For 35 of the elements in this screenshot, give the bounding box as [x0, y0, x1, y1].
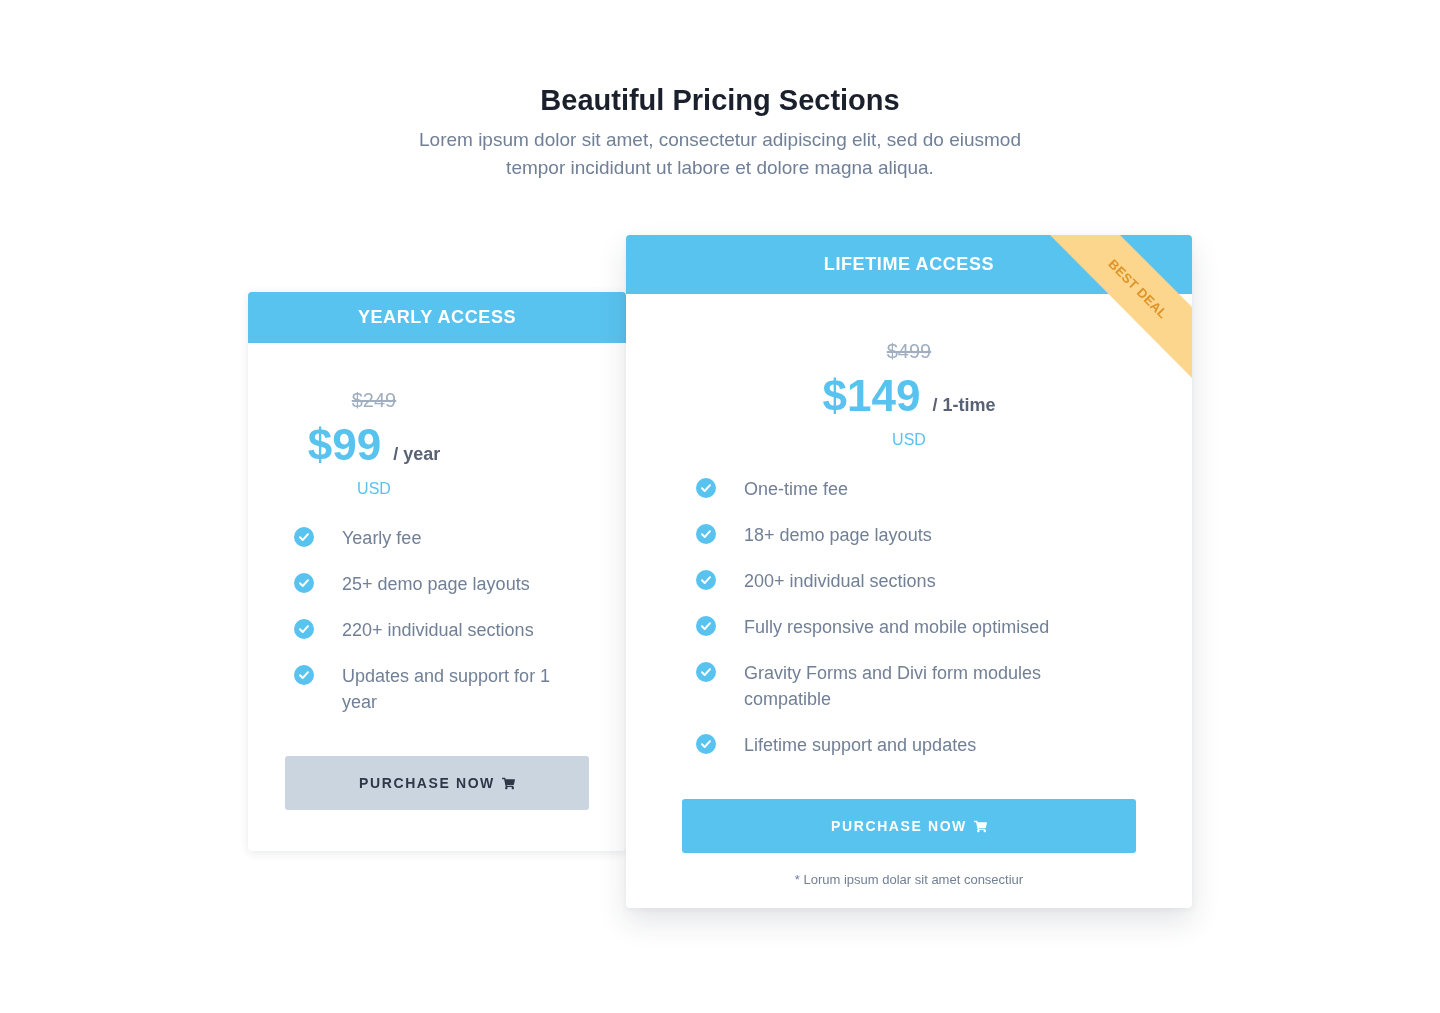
check-icon	[294, 619, 314, 639]
feature-text: 200+ individual sections	[744, 570, 936, 593]
feature-text: Fully responsive and mobile optimised	[744, 616, 1050, 639]
purchase-button[interactable]: PURCHASE NOW	[285, 756, 589, 810]
old-price: $499	[886, 339, 932, 363]
feature-text: Updates and support for 1 year	[342, 665, 552, 714]
page-title: Beautiful Pricing Sections	[540, 83, 900, 118]
check-icon	[696, 616, 716, 636]
check-icon	[294, 573, 314, 593]
check-icon	[696, 524, 716, 544]
price: $99	[307, 419, 382, 471]
billing-period: / year	[393, 444, 441, 464]
check-icon	[696, 734, 716, 754]
currency-label: USD	[357, 479, 391, 499]
check-icon	[696, 478, 716, 498]
billing-period: / 1-time	[932, 395, 996, 415]
old-price: $249	[351, 388, 397, 412]
check-icon	[696, 570, 716, 590]
check-icon	[696, 662, 716, 682]
check-icon	[294, 527, 314, 547]
footnote: * Lorum ipsum dolar sit amet consectiur	[793, 871, 1025, 889]
currency-label: USD	[892, 430, 926, 450]
feature-text: 220+ individual sections	[342, 619, 534, 642]
check-icon	[294, 665, 314, 685]
cart-icon	[501, 776, 515, 790]
price: $149	[822, 370, 921, 422]
feature-text: 25+ demo page layouts	[342, 573, 530, 596]
page-subtitle: Lorem ipsum dolor sit amet, consectetur adipiscing elit, sed do eiusmod tempor incididunt ut labore et dolore magna aliqua.	[418, 128, 1022, 180]
cart-icon	[973, 819, 987, 833]
feature-text: One-time fee	[744, 478, 849, 501]
feature-text: 18+ demo page layouts	[744, 524, 932, 547]
plan-header: YEARLY ACCESS	[248, 292, 626, 343]
feature-text: Yearly fee	[342, 527, 422, 550]
feature-text: Lifetime support and updates	[744, 734, 977, 757]
feature-text: Gravity Forms and Divi form modules compatible	[744, 662, 1043, 711]
